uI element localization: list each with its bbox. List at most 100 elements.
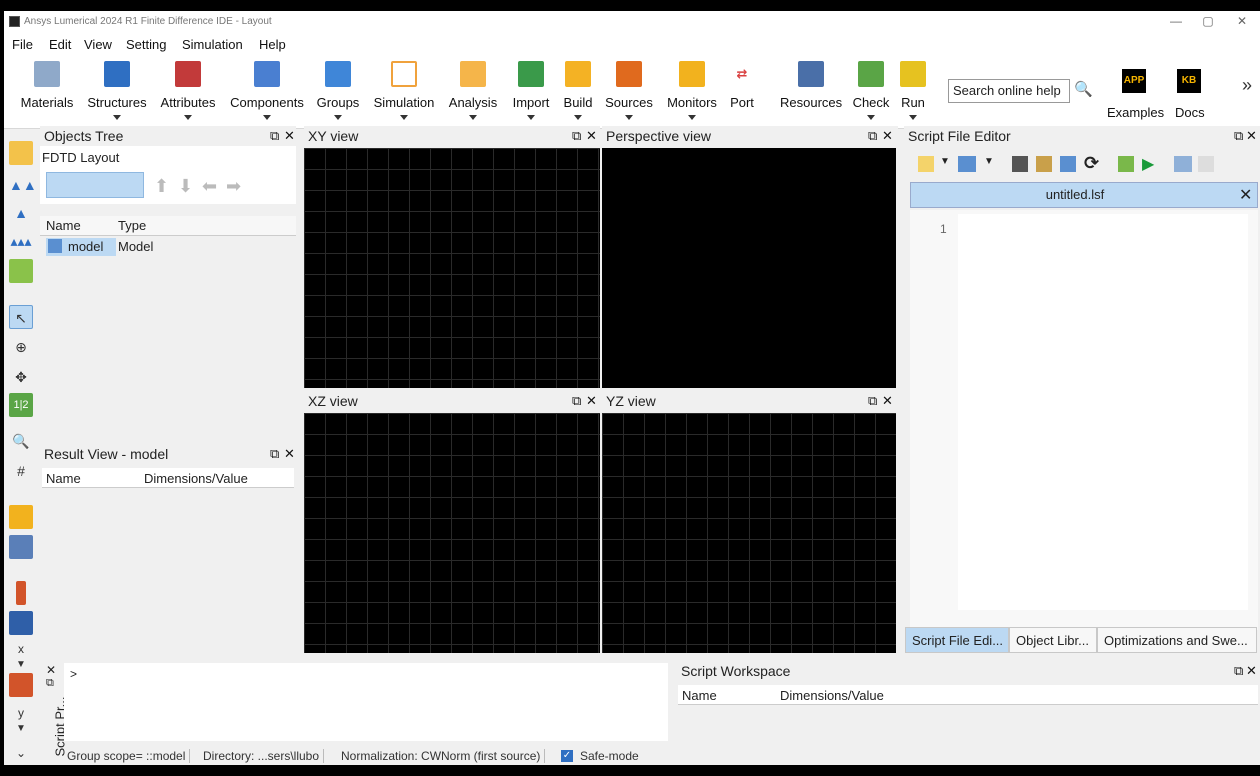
float-icon[interactable]: ⧉ <box>868 393 877 409</box>
close-icon[interactable]: ✕ <box>882 128 893 144</box>
arrow-left-icon[interactable]: ⬅ <box>202 176 217 197</box>
yz-view-canvas[interactable] <box>602 413 896 653</box>
tab-object-library[interactable]: Object Libr... <box>1009 627 1097 653</box>
chevron-down-icon[interactable] <box>867 115 875 120</box>
tab-optimizations[interactable]: Optimizations and Swe... <box>1097 627 1257 653</box>
examples-icon[interactable]: APP <box>1122 69 1146 93</box>
groups-button[interactable]: Groups <box>314 61 362 120</box>
mesh-icon[interactable] <box>9 505 33 529</box>
close-icon[interactable]: ✕ <box>586 128 597 144</box>
port-button[interactable]: ⇄ Port <box>726 61 758 110</box>
float-icon[interactable]: ⧉ <box>572 393 581 409</box>
check-button[interactable]: Check <box>852 61 890 120</box>
chevron-down-icon[interactable] <box>909 115 917 120</box>
sources-button[interactable]: Sources <box>604 61 654 120</box>
save-icon[interactable] <box>1012 156 1028 172</box>
chevron-down-icon[interactable] <box>334 115 342 120</box>
close-window-button[interactable]: ✕ <box>1232 14 1252 28</box>
chevron-down-icon[interactable] <box>688 115 696 120</box>
docs-label[interactable]: Docs <box>1175 105 1205 120</box>
tree-row-model[interactable]: model <box>46 238 116 256</box>
arrow-up-icon[interactable]: ⬆ <box>154 176 169 197</box>
axis-slice-icon[interactable] <box>9 673 33 697</box>
chevron-down-icon[interactable] <box>625 115 633 120</box>
import-button[interactable]: Import <box>508 61 554 120</box>
new-file-icon[interactable] <box>918 156 934 172</box>
xy-view-canvas[interactable] <box>304 148 600 388</box>
zoom-extent-icon[interactable]: ⊕ <box>9 335 33 359</box>
close-icon[interactable]: ✕ <box>882 393 893 409</box>
menu-file[interactable]: File <box>12 37 33 52</box>
script-prompt-input[interactable]: > <box>64 663 668 741</box>
calculator-icon[interactable] <box>9 535 33 559</box>
xz-view-canvas[interactable] <box>304 413 600 653</box>
chevron-down-icon[interactable]: ▼ <box>9 717 33 741</box>
code-editor[interactable] <box>958 214 1248 610</box>
chevron-down-icon[interactable] <box>113 115 121 120</box>
run-script-icon[interactable] <box>1118 156 1134 172</box>
chevron-down-icon[interactable]: ▼ <box>940 156 950 167</box>
close-icon[interactable]: ✕ <box>46 663 56 677</box>
menu-help[interactable]: Help <box>259 37 286 52</box>
toolbar-overflow-button[interactable]: » <box>1242 75 1252 96</box>
play-icon[interactable]: ▶ <box>1142 154 1154 174</box>
mountain-icon[interactable]: ▲ <box>9 201 33 225</box>
arrow-down-icon[interactable]: ⬇ <box>178 176 193 197</box>
close-icon[interactable]: ✕ <box>586 393 597 409</box>
float-icon[interactable]: ⧉ <box>868 128 877 144</box>
chevron-down-icon[interactable] <box>263 115 271 120</box>
close-icon[interactable]: ✕ <box>1246 663 1257 679</box>
delete-icon[interactable] <box>9 259 33 283</box>
attributes-button[interactable]: Attributes <box>158 61 218 120</box>
pan-icon[interactable]: ✥ <box>9 365 33 389</box>
structures-button[interactable]: Structures <box>86 61 148 120</box>
select-arrow-icon[interactable]: ↖ <box>9 305 33 329</box>
menu-edit[interactable]: Edit <box>49 37 71 52</box>
chevron-down-icon[interactable] <box>574 115 582 120</box>
run-button[interactable]: Run <box>896 61 930 120</box>
file-tab-untitled[interactable]: untitled.lsf <box>911 187 1239 202</box>
perspective-view-canvas[interactable] <box>602 148 896 388</box>
minimize-button[interactable]: — <box>1166 14 1186 28</box>
components-button[interactable]: Components <box>228 61 306 120</box>
materials-button[interactable]: Materials <box>20 61 74 110</box>
close-icon[interactable]: ✕ <box>1246 128 1257 144</box>
float-icon[interactable]: ⧉ <box>1234 663 1243 679</box>
simulation-button[interactable]: Simulation <box>370 61 438 120</box>
chevron-down-icon[interactable] <box>527 115 535 120</box>
refresh-icon[interactable]: ⟳ <box>1084 153 1099 174</box>
chevron-down-icon[interactable] <box>469 115 477 120</box>
z-slider-icon[interactable] <box>16 581 26 605</box>
analysis-button[interactable]: Analysis <box>446 61 500 120</box>
resources-button[interactable]: Resources <box>780 61 842 110</box>
safe-mode-checkbox[interactable]: ✓ <box>561 750 573 762</box>
open-file-icon[interactable] <box>958 156 976 172</box>
menu-simulation[interactable]: Simulation <box>182 37 243 52</box>
build-button[interactable]: Build <box>560 61 596 120</box>
chevron-down-icon[interactable]: ▼ <box>984 156 994 167</box>
tree-mode-buttons[interactable] <box>46 172 144 198</box>
float-icon[interactable]: ⧉ <box>270 446 279 462</box>
chevron-down-icon[interactable] <box>400 115 408 120</box>
edit-icon[interactable] <box>9 141 33 165</box>
add-structure-icon[interactable]: ▲▲ <box>9 173 37 197</box>
float-icon[interactable]: ⧉ <box>270 128 279 144</box>
save-as-icon[interactable] <box>1036 156 1052 172</box>
float-icon[interactable]: ⧉ <box>572 128 581 144</box>
docs-icon[interactable]: KB <box>1177 69 1201 93</box>
close-icon[interactable]: ✕ <box>284 446 295 462</box>
folder-icon[interactable] <box>1060 156 1076 172</box>
close-file-icon[interactable]: ✕ <box>1239 185 1252 205</box>
step-icon[interactable] <box>1198 156 1214 172</box>
zoom-icon[interactable]: 🔍 <box>9 429 33 453</box>
close-icon[interactable]: ✕ <box>284 128 295 144</box>
search-input[interactable]: Search online help <box>948 79 1070 103</box>
arrow-right-icon[interactable]: ➡ <box>226 176 241 197</box>
grid-measure-icon[interactable]: # <box>9 459 33 483</box>
maximize-button[interactable]: ▢ <box>1198 14 1218 28</box>
ruler-icon[interactable]: 1|2 <box>9 393 33 417</box>
monitors-button[interactable]: Monitors <box>664 61 720 120</box>
float-icon[interactable]: ⧉ <box>46 677 54 690</box>
chevron-down-icon[interactable] <box>184 115 192 120</box>
menu-setting[interactable]: Setting <box>126 37 166 52</box>
